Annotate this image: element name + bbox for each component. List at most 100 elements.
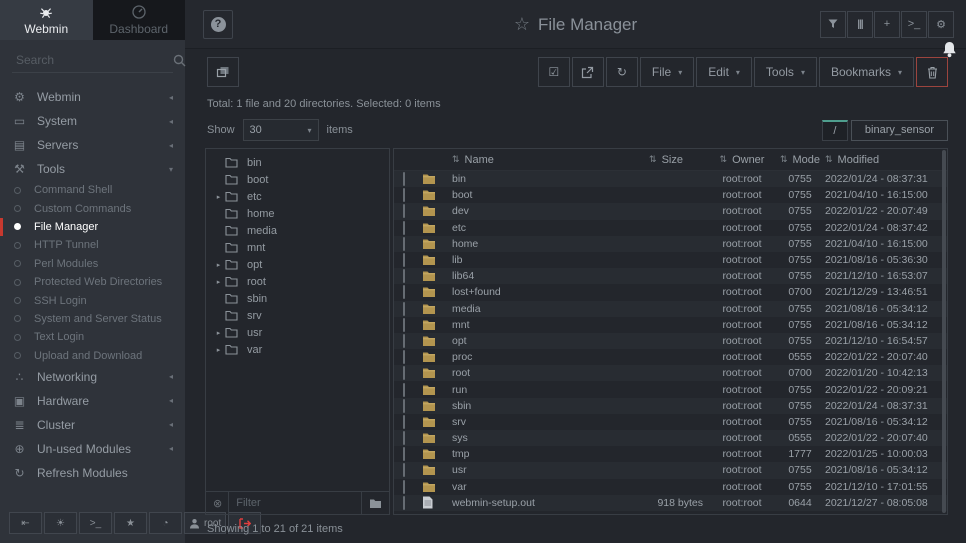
column-name[interactable]: ⇅Name xyxy=(452,154,614,166)
sidebar-item[interactable]: ≣ Cluster ◂ xyxy=(0,413,185,437)
file-name[interactable]: sys xyxy=(452,432,614,444)
breadcrumb-root-button[interactable]: / xyxy=(822,120,848,141)
row-checkbox[interactable] xyxy=(403,188,405,202)
bookmarks-menu-button[interactable]: Bookmarks▾ xyxy=(819,57,914,87)
sidebar-item[interactable]: ▤ Servers ◂ xyxy=(0,133,185,157)
table-row[interactable]: lost+found root:root 0700 2021/12/29 - 1… xyxy=(394,284,947,300)
tree-folder-button[interactable] xyxy=(361,492,382,514)
file-name[interactable]: srv xyxy=(452,416,614,428)
file-name[interactable]: media xyxy=(452,303,614,315)
sidebar-item[interactable]: ⚙ Webmin ◂ xyxy=(0,85,185,109)
file-name[interactable]: lib64 xyxy=(452,270,614,282)
sort-icon[interactable]: ⇅ xyxy=(780,154,788,165)
file-name[interactable]: run xyxy=(452,384,614,396)
edit-menu-button[interactable]: Edit▾ xyxy=(696,57,752,87)
tree-item[interactable]: mnt xyxy=(206,239,389,256)
table-row[interactable]: webmin-setup.out 918 bytes root:root 064… xyxy=(394,495,947,511)
sidebar-subitem[interactable]: Text Login xyxy=(0,328,185,346)
select-all-button[interactable]: ☑ xyxy=(538,57,570,87)
table-row[interactable]: mnt root:root 0755 2021/08/16 - 05:34:12 xyxy=(394,317,947,333)
sidebar-subitem[interactable]: Upload and Download xyxy=(0,347,185,365)
sidebar-subitem[interactable]: Custom Commands xyxy=(0,199,185,217)
file-name[interactable]: etc xyxy=(452,222,614,234)
column-owner[interactable]: ⇅Owner xyxy=(709,154,775,166)
tree-item[interactable]: ▸ opt xyxy=(206,256,389,273)
table-row[interactable]: boot root:root 0755 2021/04/10 - 16:15:0… xyxy=(394,187,947,203)
row-checkbox[interactable] xyxy=(403,463,405,477)
table-row[interactable]: proc root:root 0555 2022/01/22 - 20:07:4… xyxy=(394,349,947,365)
file-name[interactable]: bin xyxy=(452,173,614,185)
tree-item[interactable]: bin xyxy=(206,154,389,171)
expand-caret-icon[interactable]: ▸ xyxy=(212,261,225,269)
table-row[interactable]: home root:root 0755 2021/04/10 - 16:15:0… xyxy=(394,236,947,252)
collapse-sidebar-button[interactable]: ⇤ xyxy=(9,512,42,534)
sidebar-subitem[interactable]: HTTP Tunnel xyxy=(0,236,185,254)
help-button[interactable]: ? xyxy=(203,10,233,39)
file-menu-button[interactable]: File▾ xyxy=(640,57,694,87)
row-checkbox[interactable] xyxy=(403,318,405,332)
file-name[interactable]: webmin-setup.out xyxy=(452,497,614,509)
row-checkbox[interactable] xyxy=(403,204,405,218)
settings-button[interactable]: ⚙ xyxy=(928,11,954,38)
sidebar-item[interactable]: ∴ Networking ◂ xyxy=(0,365,185,389)
table-row[interactable]: var root:root 0755 2021/12/10 - 17:01:55 xyxy=(394,479,947,495)
table-row[interactable]: run root:root 0755 2022/01/22 - 20:09:21 xyxy=(394,381,947,397)
table-row[interactable]: opt root:root 0755 2021/12/10 - 16:54:57 xyxy=(394,333,947,349)
favorites-button[interactable]: ★ xyxy=(114,512,147,534)
table-row[interactable]: sbin root:root 0755 2022/01/24 - 08:37:3… xyxy=(394,398,947,414)
row-checkbox[interactable] xyxy=(403,383,405,397)
refresh-button[interactable]: ↻ xyxy=(606,57,638,87)
row-checkbox[interactable] xyxy=(403,480,405,494)
sidebar-subitem[interactable]: File Manager xyxy=(0,218,185,236)
theme-button[interactable]: ☀ xyxy=(44,512,77,534)
table-row[interactable]: etc root:root 0755 2022/01/24 - 08:37:42 xyxy=(394,220,947,236)
row-checkbox[interactable] xyxy=(403,496,405,510)
table-row[interactable]: srv root:root 0755 2021/08/16 - 05:34:12 xyxy=(394,414,947,430)
sidebar-item[interactable]: ⊕ Un-used Modules ◂ xyxy=(0,437,185,461)
sidebar-item[interactable]: ↻ Refresh Modules xyxy=(0,461,185,485)
tree-item[interactable]: srv xyxy=(206,307,389,324)
sidebar-item[interactable]: ▭ System ◂ xyxy=(0,109,185,133)
table-row[interactable]: bin root:root 0755 2022/01/24 - 08:37:31 xyxy=(394,171,947,187)
tree-item[interactable]: media xyxy=(206,222,389,239)
paste-buffer-button[interactable] xyxy=(207,57,239,87)
tree-item[interactable]: ▸ etc xyxy=(206,188,389,205)
expand-caret-icon[interactable]: ▸ xyxy=(212,278,225,286)
table-row[interactable]: lib root:root 0755 2021/08/16 - 05:36:30 xyxy=(394,252,947,268)
table-row[interactable]: dev root:root 0755 2022/01/22 - 20:07:49 xyxy=(394,203,947,219)
table-row[interactable]: root root:root 0700 2022/01/20 - 10:42:1… xyxy=(394,365,947,381)
file-name[interactable]: dev xyxy=(452,205,614,217)
sidebar-subitem[interactable]: Protected Web Directories xyxy=(0,273,185,291)
file-name[interactable]: tmp xyxy=(452,448,614,460)
sidebar-subitem[interactable]: Perl Modules xyxy=(0,255,185,273)
sort-icon[interactable]: ⇅ xyxy=(452,154,460,165)
row-checkbox[interactable] xyxy=(403,399,405,413)
row-checkbox[interactable] xyxy=(403,431,405,445)
tree-item[interactable]: home xyxy=(206,205,389,222)
sort-icon[interactable]: ⇅ xyxy=(825,154,833,165)
table-row[interactable]: lib64 root:root 0755 2021/12/10 - 16:53:… xyxy=(394,268,947,284)
add-tab-button[interactable]: + xyxy=(874,11,900,38)
page-size-select[interactable]: 30 ▾ xyxy=(243,119,319,141)
sidebar-subitem[interactable]: SSH Login xyxy=(0,291,185,309)
column-modified[interactable]: ⇅Modified xyxy=(825,154,947,166)
file-name[interactable]: root xyxy=(452,367,614,379)
language-button[interactable]: ◔ xyxy=(149,512,182,534)
column-mode[interactable]: ⇅Mode xyxy=(775,154,825,166)
table-row[interactable]: tmp root:root 1777 2022/01/25 - 10:00:03 xyxy=(394,446,947,462)
row-checkbox[interactable] xyxy=(403,269,405,283)
row-checkbox[interactable] xyxy=(403,285,405,299)
favorite-star-icon[interactable]: ☆ xyxy=(514,14,530,34)
row-checkbox[interactable] xyxy=(403,221,405,235)
sidebar-item[interactable]: ▣ Hardware ◂ xyxy=(0,389,185,413)
table-scrollbar[interactable] xyxy=(942,150,946,513)
tab-webmin[interactable]: Webmin xyxy=(0,0,93,40)
clear-filter-icon[interactable]: ⊗ xyxy=(213,497,222,510)
file-name[interactable]: proc xyxy=(452,351,614,363)
file-name[interactable]: sbin xyxy=(452,400,614,412)
trash-button[interactable] xyxy=(916,57,948,87)
file-name[interactable]: var xyxy=(452,481,614,493)
expand-caret-icon[interactable]: ▸ xyxy=(212,193,225,201)
tree-item[interactable]: boot xyxy=(206,171,389,188)
table-row[interactable]: sys root:root 0555 2022/01/22 - 20:07:40 xyxy=(394,430,947,446)
